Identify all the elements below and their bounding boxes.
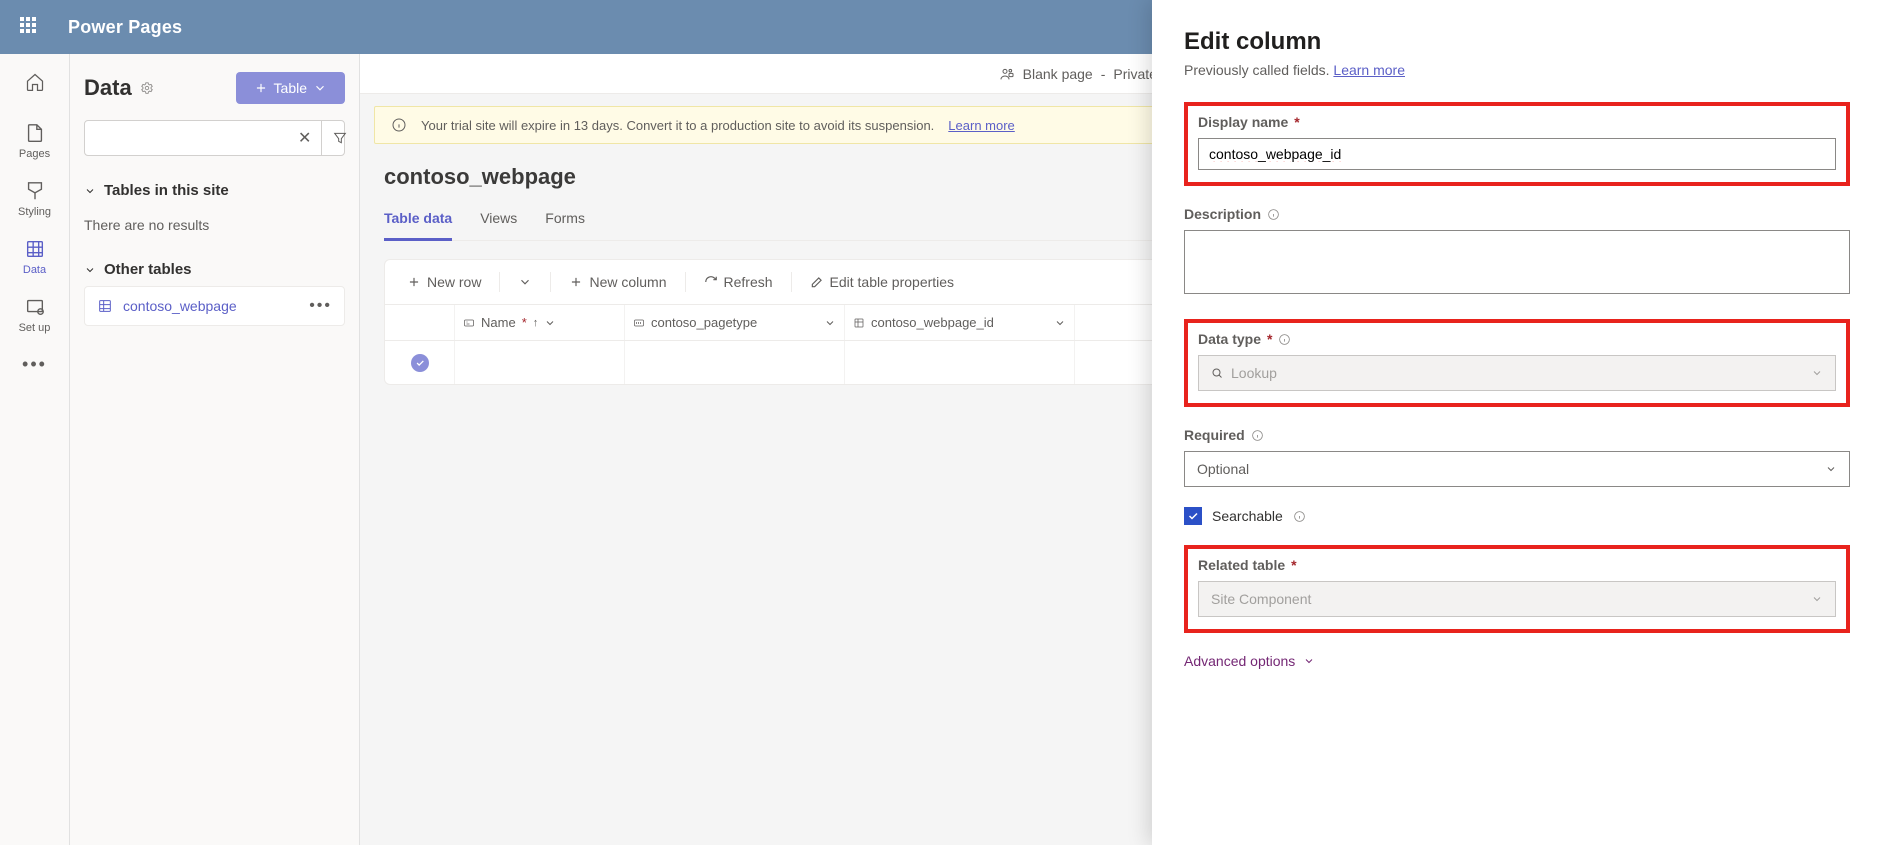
panel-learn-more-link[interactable]: Learn more [1333, 62, 1405, 78]
search-icon [1211, 367, 1223, 379]
edit-column-panel: Edit column Previously called fields. Le… [1152, 0, 1882, 845]
info-icon [1267, 208, 1280, 221]
chevron-down-icon [313, 81, 327, 95]
display-name-field: Display name* [1184, 102, 1850, 186]
rail-item-data[interactable]: Data [0, 228, 69, 286]
chevron-down-icon [518, 275, 532, 289]
chevron-down-icon [1303, 655, 1315, 667]
required-field: Required Optional [1184, 427, 1850, 487]
chevron-down-icon [544, 317, 556, 329]
section-other-tables[interactable]: Other tables [84, 253, 345, 286]
new-row-dropdown[interactable] [510, 271, 540, 293]
sidebar-title: Data [84, 75, 154, 101]
rail-item-setup[interactable]: Set up [0, 286, 69, 344]
column-header-name[interactable]: Name* ↑ [455, 305, 625, 340]
required-select[interactable]: Optional [1184, 451, 1850, 487]
description-input[interactable] [1184, 230, 1850, 294]
related-table-select: Site Component [1198, 581, 1836, 617]
plus-icon [254, 81, 268, 95]
data-type-field: Data type* Lookup [1184, 319, 1850, 407]
no-results-text: There are no results [84, 207, 345, 253]
refresh-icon [704, 275, 718, 289]
display-name-input[interactable] [1198, 138, 1836, 170]
column-header-select[interactable] [385, 305, 455, 340]
edit-icon [810, 275, 824, 289]
search-input[interactable] [107, 130, 288, 146]
filter-icon[interactable] [321, 121, 358, 155]
number-type-icon [633, 317, 645, 329]
info-icon [391, 117, 407, 133]
description-field: Description [1184, 206, 1850, 299]
edit-table-properties-button[interactable]: Edit table properties [802, 270, 963, 294]
plus-icon [569, 275, 583, 289]
chevron-down-icon [84, 185, 96, 197]
panel-subtitle: Previously called fields. Learn more [1184, 62, 1850, 78]
data-sidebar: Data Table ✕ Tables in this site There a… [70, 54, 360, 845]
panel-title: Edit column [1184, 28, 1850, 56]
info-icon [1293, 510, 1306, 523]
refresh-button[interactable]: Refresh [696, 270, 781, 294]
chevron-down-icon [84, 264, 96, 276]
people-lock-icon [999, 66, 1015, 82]
table-icon [97, 298, 113, 314]
app-title: Power Pages [68, 17, 182, 38]
tab-forms[interactable]: Forms [545, 202, 585, 240]
rail-item-styling[interactable]: Styling [0, 170, 69, 228]
row-selected-icon[interactable] [411, 354, 429, 372]
section-tables-in-site[interactable]: Tables in this site [84, 174, 345, 207]
clear-search-icon[interactable]: ✕ [288, 128, 321, 148]
app-launcher-icon[interactable] [20, 17, 40, 37]
chevron-down-icon [1811, 367, 1823, 379]
rail-more-icon[interactable]: ••• [22, 344, 47, 385]
left-rail: Pages Styling Data Set up ••• [0, 54, 70, 845]
more-actions-icon[interactable]: ••• [309, 297, 332, 315]
new-column-button[interactable]: New column [561, 270, 674, 294]
column-header-pagetype[interactable]: contoso_pagetype [625, 305, 845, 340]
text-type-icon [463, 317, 475, 329]
add-table-button[interactable]: Table [236, 72, 345, 104]
info-icon [1278, 333, 1291, 346]
sidebar-search[interactable]: ✕ [84, 120, 345, 156]
data-type-select: Lookup [1198, 355, 1836, 391]
searchable-checkbox[interactable] [1184, 507, 1202, 525]
trial-learn-more-link[interactable]: Learn more [948, 118, 1014, 133]
new-row-button[interactable]: New row [399, 270, 489, 294]
tab-views[interactable]: Views [480, 202, 517, 240]
chevron-down-icon [1054, 317, 1066, 329]
plus-icon [407, 275, 421, 289]
searchable-field: Searchable [1184, 507, 1850, 525]
advanced-options-toggle[interactable]: Advanced options [1184, 653, 1850, 669]
rail-item-pages[interactable]: Pages [0, 112, 69, 170]
gear-icon[interactable] [140, 81, 154, 95]
tab-table-data[interactable]: Table data [384, 202, 452, 241]
table-list-item[interactable]: contoso_webpage ••• [84, 286, 345, 326]
chevron-down-icon [824, 317, 836, 329]
lookup-type-icon [853, 317, 865, 329]
chevron-down-icon [1811, 593, 1823, 605]
related-table-field: Related table* Site Component [1184, 545, 1850, 633]
home-icon[interactable] [25, 72, 45, 92]
chevron-down-icon [1825, 463, 1837, 475]
column-header-webpage-id[interactable]: contoso_webpage_id [845, 305, 1075, 340]
info-icon [1251, 429, 1264, 442]
